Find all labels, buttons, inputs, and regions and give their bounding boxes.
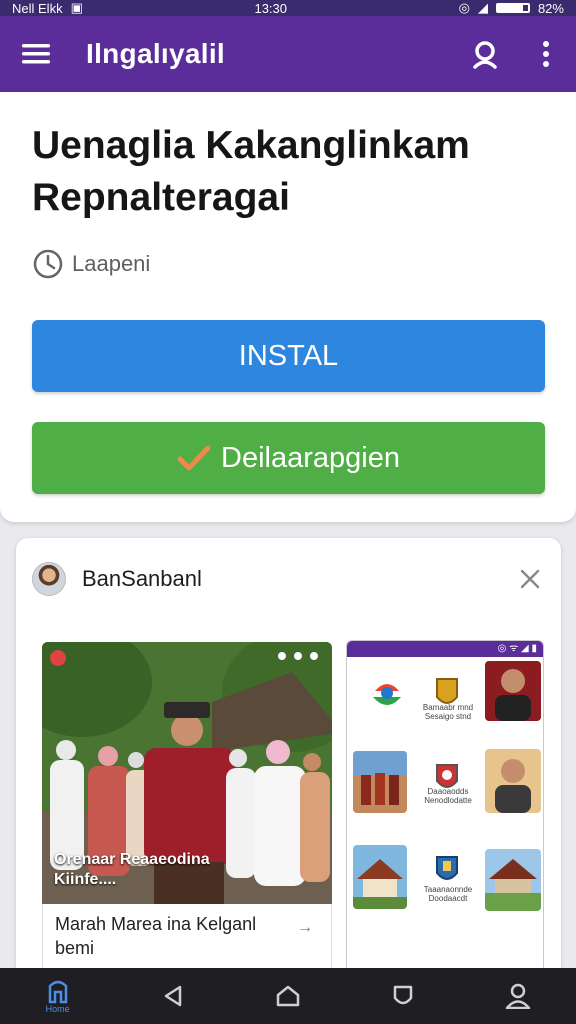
official-photo-tile xyxy=(485,749,541,813)
battery-icon xyxy=(495,3,530,13)
location-icon: ◎ xyxy=(458,0,470,15)
bottom-navigation: Home xyxy=(0,968,576,1024)
app-meta-text: Laapeni xyxy=(72,251,151,276)
search-icon[interactable] xyxy=(456,16,516,92)
photo-overlay-text: Orenaar Reaaeodina Kiinfe.... xyxy=(54,850,210,890)
caption-line2: bemi xyxy=(55,938,95,958)
nav-home[interactable]: Home xyxy=(18,968,98,1024)
post-header: BanSanbanl xyxy=(32,562,202,596)
phone-screenshot-preview[interactable]: ◎ ᯤ ◢ ▮ Bamaabr mnd Sesaigo stnd Daaoaod… xyxy=(346,640,544,978)
more-vertical-icon[interactable] xyxy=(516,16,576,92)
avatar[interactable] xyxy=(32,562,66,596)
secondary-button-label: Deilaarapgien xyxy=(221,441,400,474)
nav-home-label: Home xyxy=(45,1004,70,1014)
post-photo[interactable]: Orenaar Reaaeodina Kiinfe.... xyxy=(42,642,332,904)
back-icon xyxy=(164,985,182,1007)
shield-icon xyxy=(393,985,413,1005)
app-title: Uenaglia Kakanglinkam Repnalteragai xyxy=(32,124,470,219)
arrow-right-icon[interactable]: → xyxy=(297,916,313,940)
tile-label-1: Bamaabr mnd Sesaigo stnd xyxy=(422,703,474,721)
battery-fill xyxy=(497,5,523,11)
app-bar: Ilngalıyalil xyxy=(0,16,576,92)
pavilion-photo-tile xyxy=(485,849,541,911)
dancers-photo-tile xyxy=(353,751,407,813)
app-detail-card: Uenaglia Kakanglinkam Repnalteragai Laap… xyxy=(0,92,576,522)
clock-icon xyxy=(33,249,63,279)
signal-icon: ◢ xyxy=(477,0,488,15)
status-time: 13:30 xyxy=(254,0,288,16)
tile-label-2: Daaoaodds Nenodlodatte xyxy=(424,787,472,805)
install-button-label: INSTAL xyxy=(238,339,339,372)
secondary-action-button[interactable]: Deilaarapgien xyxy=(32,422,545,494)
tile-label-3: Taaanaonnde Doodaacdt xyxy=(423,885,473,903)
app-meta: Laapeni xyxy=(32,248,150,280)
photo-caption[interactable]: Marah Marea ina Kelganl bemi → xyxy=(42,904,332,978)
nav-home-button[interactable] xyxy=(248,968,328,1024)
checkmark-icon xyxy=(177,445,211,471)
status-left-text: Nell Elkk xyxy=(12,0,63,16)
image-notification-icon: ▣ xyxy=(70,0,83,15)
app-bar-title: Ilngalıyalil xyxy=(86,38,225,69)
phone-status-bar: ◎ ᯤ ◢ ▮ xyxy=(347,641,543,657)
install-button[interactable]: INSTAL xyxy=(32,320,545,392)
battery-percent: 82% xyxy=(537,0,564,16)
building-photo-tile xyxy=(353,845,407,909)
photo-overlay-line1: Orenaar Reaaeodina xyxy=(54,851,210,868)
post-author: BanSanbanl xyxy=(82,566,202,591)
person-photo-tile xyxy=(485,661,541,721)
colorful-logo-icon xyxy=(361,667,413,719)
nav-back[interactable] xyxy=(133,968,213,1024)
caption-line1: Marah Marea ina Kelganl xyxy=(55,914,257,934)
status-bar: Nell Elkk ▣ 13:30 ◎ ◢ 82% xyxy=(0,0,576,16)
photo-overlay-line2: Kiinfe.... xyxy=(54,871,117,888)
profile-icon xyxy=(506,983,531,1009)
nav-home-icon xyxy=(276,985,300,1007)
nav-profile[interactable] xyxy=(478,968,558,1024)
nav-shield[interactable] xyxy=(363,968,443,1024)
post-card: BanSanbanl Orenaar Reaaeodina Kiinfe....… xyxy=(16,538,561,978)
home-icon xyxy=(48,980,67,1004)
hamburger-menu-icon[interactable] xyxy=(0,16,72,92)
close-icon[interactable] xyxy=(517,566,543,592)
